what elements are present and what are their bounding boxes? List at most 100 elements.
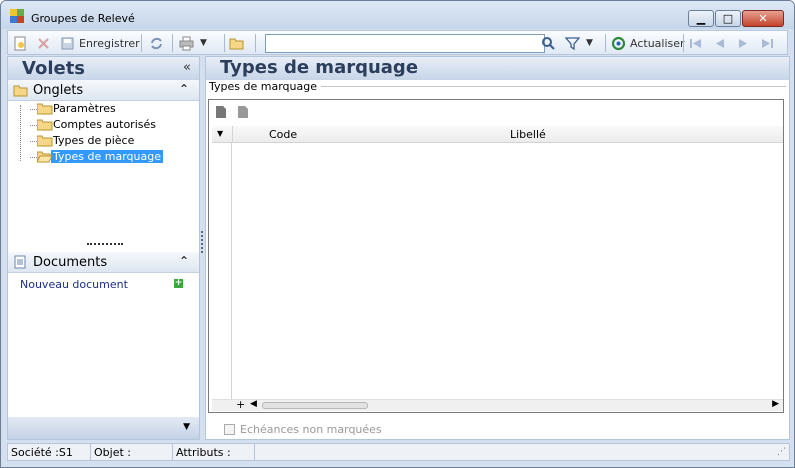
last-record-button[interactable] [760,35,775,51]
checkbox-box[interactable] [224,424,235,435]
panel-splitter[interactable] [201,231,203,253]
print-button[interactable]: ▼ [179,35,207,51]
row-selector-column [212,143,232,405]
toolbar-separator [141,34,142,52]
checkbox-label: Echéances non marquées [240,423,382,436]
application-window: Groupes de Relevé ▁ □ ✕ Enregistrer ▼ ▼ … [0,0,795,468]
horizontal-scrollbar[interactable]: + ◀ ▶ [212,398,783,411]
folder-icon [37,135,53,147]
folder-icon [229,36,244,51]
status-societe: Société :S1 [8,444,91,460]
status-attributs: Attributs : [173,444,255,460]
save-label: Enregistrer [79,36,140,50]
folder-button[interactable] [229,35,244,51]
scroll-right-icon[interactable]: ▶ [772,399,779,409]
search-icon [541,36,556,51]
printer-icon [179,36,194,51]
save-button[interactable]: Enregistrer [60,35,140,51]
left-panel: Volets « Onglets ⌃ Paramètres Comptes au… [7,56,200,440]
folder-icon [37,119,53,131]
main-panel-header: Types de marquage [206,57,789,80]
left-panel-header: Volets « [8,57,199,80]
new-document-icon [13,36,28,51]
delete-icon [36,36,51,51]
filter-button[interactable]: ▼ [564,35,593,51]
onglets-tree: Paramètres Comptes autorisés Types de pi… [17,101,197,165]
left-panel-footer: ▼ [8,417,199,439]
toolbar-separator [605,34,606,52]
maximize-button[interactable]: □ [715,10,741,27]
documents-label: Documents [33,255,108,270]
panel-resize-grip[interactable] [87,243,123,245]
column-header-code[interactable]: Code [269,128,297,141]
left-panel-title: Volets [22,58,86,79]
resize-grip-icon[interactable]: ⋰ [777,447,786,457]
folder-icon [13,85,28,97]
documents-section-header[interactable]: Documents ⌃ [8,252,199,273]
chevron-down-icon[interactable]: ▼ [183,422,190,432]
save-icon [60,36,75,51]
prev-icon [712,36,727,51]
page-title: Types de marquage [220,57,419,78]
close-button[interactable]: ✕ [742,10,784,27]
grid-add-row-icon[interactable] [214,105,228,119]
onglets-label: Onglets [33,83,84,98]
scrollbar-thumb[interactable] [262,402,368,409]
toolbar-separator [683,34,684,52]
group-box-label: Types de marquage [209,80,321,93]
sync-button[interactable] [149,35,164,51]
tree-item-parametres[interactable]: Paramètres [17,101,197,117]
data-grid[interactable]: ▼ Code Libellé + ◀ ▶ [208,99,784,413]
tree-item-types-de-marquage[interactable]: Types de marquage [17,149,197,165]
next-icon [736,36,751,51]
window-title: Groupes de Relevé [31,12,135,25]
tree-item-comptes-autorises[interactable]: Comptes autorisés [17,117,197,133]
column-header-libelle[interactable]: Libellé [510,128,546,141]
main-panel: Types de marquage Types de marquage ▼ Co… [205,56,790,440]
tree-item-types-de-piece[interactable]: Types de pièce [17,133,197,149]
add-row-plus-icon[interactable]: + [236,398,245,411]
refresh-icon [611,36,626,51]
search-button[interactable] [541,35,556,51]
minimize-button[interactable]: ▁ [688,10,714,27]
tree-item-label: Comptes autorisés [53,118,156,131]
search-input[interactable] [265,34,545,53]
grid-delete-row-icon[interactable] [236,105,250,119]
prev-record-button[interactable] [712,35,727,51]
scroll-left-icon[interactable]: ◀ [250,399,257,409]
status-bar: Société :S1 Objet : Attributs : ⋰ [7,443,790,461]
tree-item-label: Types de marquage [51,150,163,163]
add-icon[interactable]: + [174,279,183,288]
chevron-down-icon[interactable]: ▼ [586,38,593,48]
first-record-button[interactable] [688,35,703,51]
toolbar: Enregistrer ▼ ▼ Actualiser [7,30,788,55]
collapse-up-icon[interactable]: ⌃ [179,82,189,96]
toolbar-separator [255,34,256,52]
document-icon [14,255,26,269]
collapse-left-panel-icon[interactable]: « [183,60,191,75]
grid-header: ▼ Code Libellé [212,126,783,143]
open-folder-icon [37,151,53,163]
collapse-up-icon[interactable]: ⌃ [179,254,189,268]
sync-icon [149,36,164,51]
echeances-checkbox[interactable]: Echéances non marquées [224,423,382,436]
chevron-down-icon[interactable]: ▼ [200,38,207,48]
new-record-button[interactable] [13,35,28,51]
row-selector-dropdown-icon[interactable]: ▼ [217,129,223,138]
title-bar[interactable]: Groupes de Relevé ▁ □ ✕ [1,1,794,29]
tree-item-label: Paramètres [53,102,116,115]
app-icon [10,9,24,23]
toolbar-separator [224,34,225,52]
filter-icon [564,36,581,51]
refresh-label: Actualiser [630,36,685,50]
next-record-button[interactable] [736,35,751,51]
onglets-section-header[interactable]: Onglets ⌃ [8,80,199,101]
refresh-button[interactable]: Actualiser [611,35,685,51]
new-document-link[interactable]: Nouveau document [20,278,128,291]
tree-item-label: Types de pièce [53,134,135,147]
toolbar-separator [172,34,173,52]
status-empty [255,444,789,460]
status-objet: Objet : [91,444,173,460]
last-icon [760,36,775,51]
delete-button[interactable] [36,35,51,51]
